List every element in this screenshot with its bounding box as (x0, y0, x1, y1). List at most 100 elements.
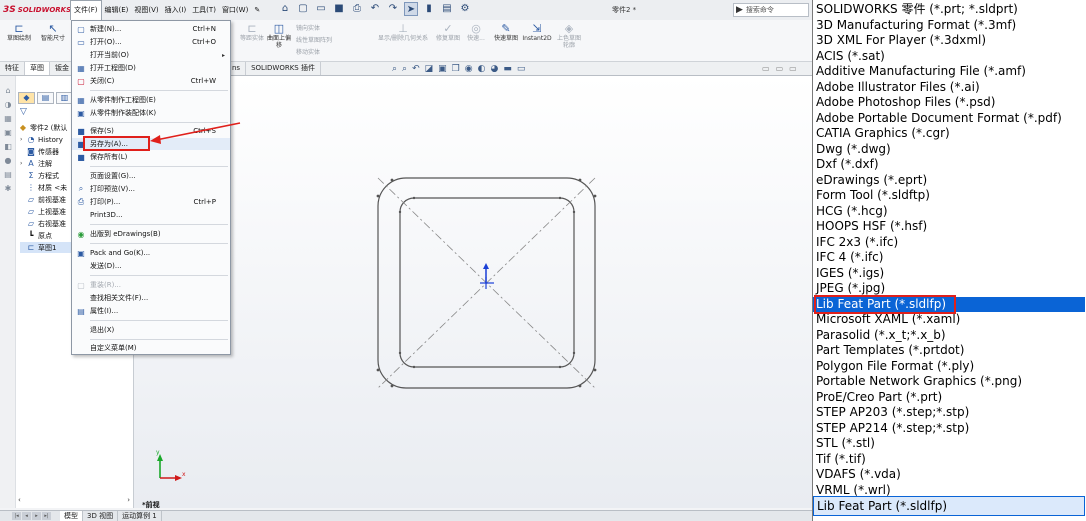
smart-dimension-button[interactable]: ↖ 智能尺寸 (37, 22, 69, 42)
feature-tree-tab-icon[interactable]: ◆ (18, 92, 35, 104)
display-style-icon[interactable]: ◉ (465, 64, 473, 74)
tab-model[interactable]: 模型 (60, 511, 83, 521)
menu-item-close[interactable]: ▢ 关闭(C) Ctrl+W (72, 75, 230, 87)
file-type-option[interactable]: IGES (*.igs) (813, 266, 1085, 282)
tree-item-history[interactable]: › ◔ History (20, 134, 63, 145)
tree-item-top-plane[interactable]: ▱ 上视基准 (20, 206, 66, 217)
menu-item-page-setup[interactable]: 页面设置(G)... (72, 170, 230, 182)
menu-item-make-assembly[interactable]: ▣ 从零件制作装配体(K) (72, 107, 230, 119)
property-manager-tab-icon[interactable]: ▤ (37, 92, 54, 104)
tab-3d-views[interactable]: 3D 视图 (83, 511, 119, 521)
view-palette-icon[interactable]: ◧ (3, 142, 13, 152)
tree-item-front-plane[interactable]: ▱ 前视基准 (20, 194, 66, 205)
resources-icon[interactable]: ◑ (3, 100, 13, 110)
tree-item-equations[interactable]: Σ 方程式 (20, 170, 59, 181)
surface-offset-button[interactable]: ◫ 曲面上偏移 (266, 22, 292, 49)
menu-item-publish-edrawings[interactable]: ◉ 出版到 eDrawings(B) (72, 228, 230, 240)
scroll-right-icon[interactable]: › (127, 496, 130, 504)
tree-item-sensors[interactable]: ◙ 传感器 (20, 146, 59, 157)
new-doc-icon[interactable]: ▢ (296, 2, 310, 16)
previous-view-icon[interactable]: ↶ (412, 64, 420, 74)
file-type-option[interactable]: Parasolid (*.x_t;*.x_b) (813, 328, 1085, 344)
rapid-sketch-button[interactable]: ✎ 快速草图 (494, 22, 518, 42)
menu-view[interactable]: 视图(V) (131, 0, 161, 20)
redo-icon[interactable]: ↷ (386, 2, 400, 16)
file-type-option[interactable]: VDAFS (*.vda) (813, 467, 1085, 483)
mirror-entities-button[interactable]: 镜向实体 (296, 23, 320, 32)
menu-item-pack-and-go[interactable]: ▣ Pack and Go(K)... (72, 247, 230, 259)
tree-item-right-plane[interactable]: ▱ 右视基准 (20, 218, 66, 229)
repair-sketch-button[interactable]: ✓ 修复草图 (436, 22, 460, 42)
zoom-area-icon[interactable]: ⌕ (402, 64, 407, 74)
quick-snaps-button[interactable]: ◎ 快速... (464, 22, 488, 42)
tree-item-origin[interactable]: ┗ 原点 (20, 230, 52, 241)
shaded-sketch-button[interactable]: ◈ 上色草图轮廓 (556, 22, 582, 49)
file-explorer-icon[interactable]: ▣ (3, 128, 13, 138)
tree-item-annotations[interactable]: › A 注解 (20, 158, 52, 169)
tab-addins[interactable]: SOLIDWORKS 插件 (246, 62, 321, 75)
hide-show-icon[interactable]: ◐ (478, 64, 486, 74)
menu-item-print3d[interactable]: Print3D... (72, 209, 230, 221)
menu-window[interactable]: 窗口(W) (219, 0, 251, 20)
prev-tab-icon[interactable]: ◂ (22, 512, 31, 520)
close-icon[interactable]: ▭ (789, 64, 797, 73)
file-type-option[interactable]: 3D Manufacturing Format (*.3mf) (813, 18, 1085, 34)
menu-item-properties[interactable]: ▤ 属性(I)... (72, 305, 230, 317)
file-type-option[interactable]: IFC 4 (*.ifc) (813, 250, 1085, 266)
undo-icon[interactable]: ↶ (368, 2, 382, 16)
print-icon[interactable]: ⎙ (350, 2, 364, 16)
menu-item-find-references[interactable]: 查找相关文件(F)... (72, 292, 230, 304)
pin-icon[interactable]: ✎ (251, 0, 263, 20)
file-type-option[interactable]: Dxf (*.dxf) (813, 157, 1085, 173)
instant2d-button[interactable]: ⇲ Instant2D (520, 22, 554, 42)
horizontal-scrollbar[interactable]: ‹ › (16, 496, 134, 506)
tab-motion-study[interactable]: 运动算例 1 (118, 511, 162, 521)
menu-item-make-drawing[interactable]: ▦ 从零件制作工程图(E) (72, 94, 230, 106)
view-orientation-icon[interactable]: ❒ (452, 64, 460, 74)
tab-sketch[interactable]: 草图 (25, 62, 50, 75)
custom-properties-icon[interactable]: ▤ (3, 170, 13, 180)
save-as-type-combobox[interactable]: Lib Feat Part (*.sldlfp) (813, 496, 1085, 516)
save-icon[interactable]: ■ (332, 2, 346, 16)
scroll-left-icon[interactable]: ‹ (18, 496, 21, 504)
menu-item-new[interactable]: ▢ 新建(N)... Ctrl+N (72, 23, 230, 35)
select-icon[interactable]: ➤ (404, 2, 418, 16)
sketch-origin-icon[interactable] (480, 263, 494, 289)
home-icon[interactable]: ⌂ (278, 2, 292, 16)
menu-item-open[interactable]: ▭ 打开(O)... Ctrl+O (72, 36, 230, 48)
appearance-icon[interactable]: ◕ (490, 64, 498, 74)
file-type-option[interactable]: ProE/Creo Part (*.prt) (813, 390, 1085, 406)
file-type-option[interactable]: HOOPS HSF (*.hsf) (813, 219, 1085, 235)
filter-icon[interactable]: ▽ (20, 107, 27, 117)
move-entities-button[interactable]: 移动实体 (296, 47, 320, 56)
rebuild-icon[interactable]: ▮ (422, 2, 436, 16)
file-type-option[interactable]: STEP AP203 (*.step;*.stp) (813, 405, 1085, 421)
options-gear-icon[interactable]: ⚙ (458, 2, 472, 16)
home-icon[interactable]: ⌂ (3, 86, 13, 96)
menu-item-save-all[interactable]: ■ 保存所有(L) (72, 151, 230, 163)
file-type-option[interactable]: Form Tool (*.sldftp) (813, 188, 1085, 204)
minimize-icon[interactable]: ▭ (762, 64, 770, 73)
file-type-option[interactable]: Part Templates (*.prtdot) (813, 343, 1085, 359)
zoom-to-fit-icon[interactable]: ⌕ (392, 64, 397, 74)
restore-icon[interactable]: ▭ (776, 64, 784, 73)
file-type-option[interactable]: ACIS (*.sat) (813, 49, 1085, 65)
file-type-option[interactable]: IFC 2x3 (*.ifc) (813, 235, 1085, 251)
forum-icon[interactable]: ✱ (3, 184, 13, 194)
menu-item-open-recent[interactable]: 打开当前(O) ▸ (72, 49, 230, 61)
file-type-option[interactable]: Microsoft XAML (*.xaml) (813, 312, 1085, 328)
tree-root-part[interactable]: ◆ 零件2 (默认 (18, 122, 68, 133)
menu-item-open-drawing[interactable]: ▦ 打开工程图(D) (72, 62, 230, 74)
menu-item-print-preview[interactable]: ⌕ 打印预览(V)... (72, 183, 230, 195)
linear-pattern-button[interactable]: 线性草图阵列 (296, 35, 332, 44)
file-type-option[interactable]: Adobe Illustrator Files (*.ai) (813, 80, 1085, 96)
file-type-option[interactable]: Dwg (*.dwg) (813, 142, 1085, 158)
file-type-option[interactable]: Adobe Photoshop Files (*.psd) (813, 95, 1085, 111)
menu-item-customize-menu[interactable]: 自定义菜单(M) (72, 342, 230, 354)
file-type-option[interactable]: Tif (*.tif) (813, 452, 1085, 468)
view-settings-icon[interactable]: ▭ (517, 64, 526, 74)
file-type-option[interactable]: STL (*.stl) (813, 436, 1085, 452)
file-type-option[interactable]: Portable Network Graphics (*.png) (813, 374, 1085, 390)
design-library-icon[interactable]: ▦ (3, 114, 13, 124)
first-tab-icon[interactable]: |◂ (12, 512, 21, 520)
